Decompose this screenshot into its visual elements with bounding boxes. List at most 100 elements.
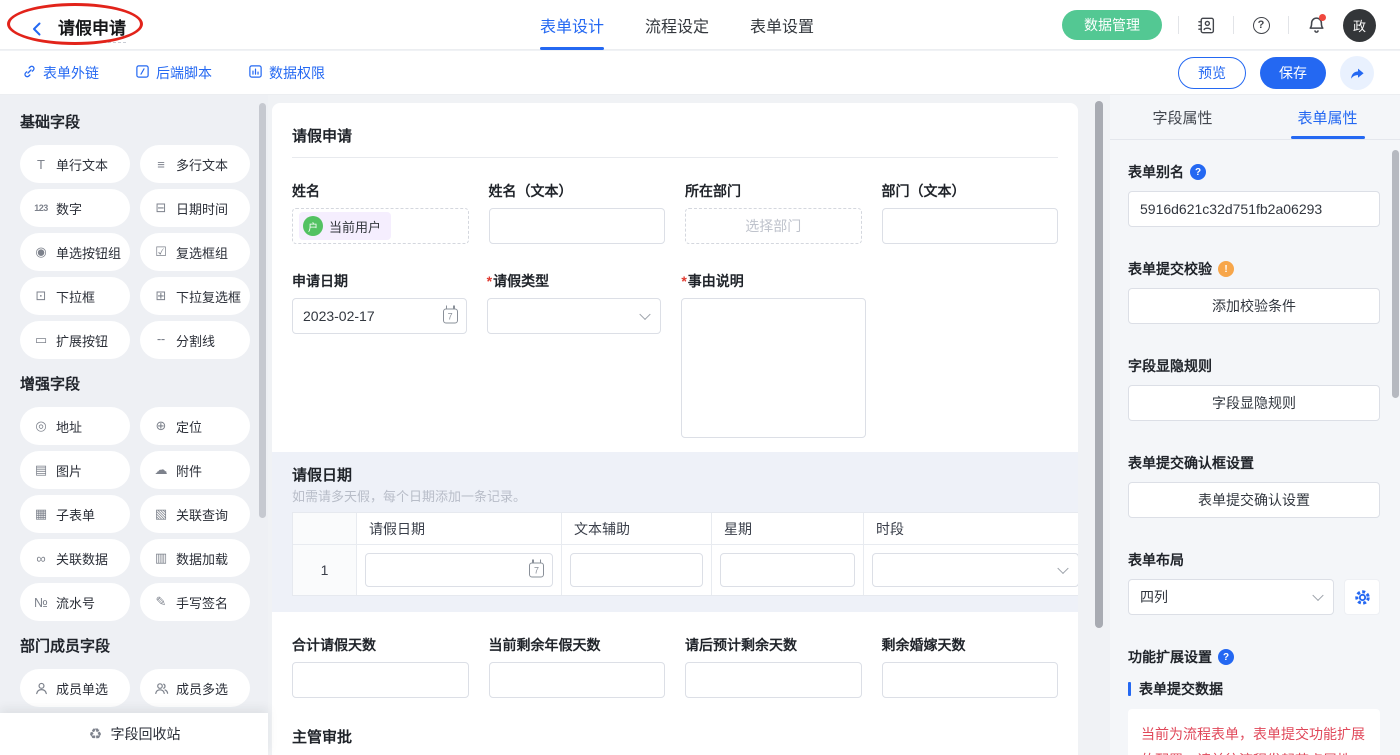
sidebar-item-number[interactable]: 123数字: [20, 189, 130, 227]
submit-confirm-button[interactable]: 表单提交确认设置: [1128, 482, 1380, 518]
field-department[interactable]: 所在部门 选择部门: [685, 182, 862, 244]
subform-select[interactable]: [872, 553, 1078, 587]
sidebar-scrollbar[interactable]: [259, 103, 266, 518]
department-text-input[interactable]: [882, 208, 1059, 244]
canvas-scrollbar[interactable]: [1095, 101, 1103, 628]
reason-textarea[interactable]: [681, 298, 866, 438]
field-recycle-bin-button[interactable]: ♻ 字段回收站: [0, 713, 268, 755]
sidebar-item-member-single[interactable]: 成员单选: [20, 669, 130, 707]
panel-scrollbar[interactable]: [1392, 150, 1399, 398]
help-icon[interactable]: ?: [1190, 164, 1206, 180]
page-title[interactable]: 请假申请: [58, 14, 126, 43]
help-icon[interactable]: ?: [1250, 14, 1272, 36]
divider: [1178, 16, 1179, 34]
sidebar-item-label: 分割线: [176, 331, 215, 350]
field-predicted-remaining[interactable]: 请后预计剩余天数: [685, 636, 862, 698]
field-name[interactable]: 姓名 户 当前用户: [292, 182, 469, 244]
field-total-days[interactable]: 合计请假天数: [292, 636, 469, 698]
field-remaining-annual[interactable]: 当前剩余年假天数: [489, 636, 666, 698]
sidebar-item-subform[interactable]: ▦子表单: [20, 495, 130, 533]
sidebar-item-extend-button[interactable]: ▭扩展按钮: [20, 321, 130, 359]
tab-表单设计[interactable]: 表单设计: [540, 0, 604, 50]
tab-表单设置[interactable]: 表单设置: [750, 0, 814, 50]
divider: [1233, 16, 1234, 34]
back-button[interactable]: [26, 18, 48, 40]
sidebar-item-image[interactable]: ▤图片: [20, 451, 130, 489]
sidebar-item-datetime[interactable]: ⊟日期时间: [140, 189, 250, 227]
sidebar-item-member-multi[interactable]: 成员多选: [140, 669, 250, 707]
avatar[interactable]: 政: [1343, 9, 1376, 42]
sidebar-item-multi-dropdown[interactable]: ⊞下拉复选框: [140, 277, 250, 315]
subform-cell: [712, 545, 864, 595]
sidebar-item-single-line-text[interactable]: T单行文本: [20, 145, 130, 183]
sidebar-item-multi-line-text[interactable]: ≡多行文本: [140, 145, 250, 183]
sidebar-item-checkbox-group[interactable]: ☑复选框组: [140, 233, 250, 271]
sidebar-item-signature[interactable]: ✎手写签名: [140, 583, 250, 621]
field-leave-type[interactable]: *请假类型: [487, 272, 662, 334]
field-remaining-marriage[interactable]: 剩余婚嫁天数: [882, 636, 1059, 698]
share-button[interactable]: [1340, 56, 1374, 90]
field-department-text[interactable]: 部门（文本）: [882, 182, 1059, 244]
panel-tab-字段属性[interactable]: 字段属性: [1110, 95, 1255, 139]
sidebar-item-divider[interactable]: ╌分割线: [140, 321, 250, 359]
current-user-tag: 户 当前用户: [299, 212, 391, 240]
sidebar-item-serial-number[interactable]: №流水号: [20, 583, 130, 621]
subform-text-input[interactable]: [720, 553, 855, 587]
save-button[interactable]: 保存: [1260, 57, 1326, 89]
subform-icon: ▦: [33, 506, 49, 522]
add-validation-button[interactable]: 添加校验条件: [1128, 288, 1380, 324]
sidebar-item-attachment[interactable]: ☁附件: [140, 451, 250, 489]
image-icon: ▤: [33, 462, 49, 478]
sum-field-input[interactable]: [292, 662, 469, 698]
form-alias-input[interactable]: [1128, 191, 1380, 227]
toolbar-link-backend-script[interactable]: 后端脚本: [135, 51, 212, 95]
subform-text-input[interactable]: [570, 553, 703, 587]
leave-type-select[interactable]: [487, 298, 662, 334]
sum-field-input[interactable]: [489, 662, 666, 698]
sidebar-item-linked-query[interactable]: ▧关联查询: [140, 495, 250, 533]
contacts-icon[interactable]: [1195, 14, 1217, 36]
field-name-text[interactable]: 姓名（文本）: [489, 182, 666, 244]
leave-dates-subform[interactable]: 请假日期 如需请多天假，每个日期添加一条记录。 请假日期文本辅助星期时段 17: [272, 452, 1078, 612]
calendar-icon: 7: [529, 563, 544, 578]
apply-date-input[interactable]: [292, 298, 467, 334]
sum-field-input[interactable]: [685, 662, 862, 698]
sidebar-item-radio-group[interactable]: ◉单选按钮组: [20, 233, 130, 271]
bell-icon[interactable]: [1305, 14, 1327, 36]
toolbar-link-label: 表单外链: [43, 63, 99, 83]
submit-data-subheader: 表单提交数据: [1128, 679, 1380, 699]
subform-col-header: 文本辅助: [562, 513, 712, 545]
notification-badge: [1319, 14, 1326, 21]
layout-select[interactable]: 四列: [1128, 579, 1334, 615]
tab-流程设定[interactable]: 流程设定: [645, 0, 709, 50]
sidebar-item-linked-data[interactable]: ∞关联数据: [20, 539, 130, 577]
extension-settings-group: 功能扩展设置? 表单提交数据 当前为流程表单，表单提交功能扩展的配置，请前往流程…: [1128, 647, 1380, 755]
field-apply-date[interactable]: 申请日期 7: [292, 272, 467, 334]
preview-button[interactable]: 预览: [1178, 57, 1246, 89]
toolbar-link-external-link[interactable]: 表单外链: [22, 51, 99, 95]
sidebar-item-label: 流水号: [56, 593, 95, 612]
subform-date-input[interactable]: [365, 553, 553, 587]
help-icon[interactable]: ?: [1218, 649, 1234, 665]
sidebar-item-data-load[interactable]: ▥数据加载: [140, 539, 250, 577]
sum-field-input[interactable]: [882, 662, 1059, 698]
field-visibility-button[interactable]: 字段显隐规则: [1128, 385, 1380, 421]
sidebar-item-location[interactable]: ⊕定位: [140, 407, 250, 445]
subform-title: 请假日期: [292, 466, 1058, 486]
field-label: 合计请假天数: [292, 636, 469, 654]
sub-toolbar: 表单外链 后端脚本数据权限 预览 保存: [0, 51, 1400, 95]
warning-icon: !: [1218, 261, 1234, 277]
field-reason[interactable]: *事由说明: [681, 272, 863, 438]
sidebar-item-dropdown[interactable]: ⊡下拉框: [20, 277, 130, 315]
sidebar-item-address[interactable]: ◎地址: [20, 407, 130, 445]
name-text-input[interactable]: [489, 208, 666, 244]
panel-tab-表单属性[interactable]: 表单属性: [1255, 95, 1400, 139]
toolbar-link-data-permission[interactable]: 数据权限: [248, 51, 325, 95]
address-icon: ◎: [33, 418, 49, 434]
submit-confirm-group: 表单提交确认框设置 表单提交确认设置: [1128, 453, 1380, 518]
data-manage-button[interactable]: 数据管理: [1062, 10, 1162, 40]
group-label: 表单布局: [1128, 550, 1184, 570]
subform-col-header: 星期: [712, 513, 864, 545]
linked-query-icon: ▧: [153, 506, 169, 522]
layout-settings-button[interactable]: [1344, 579, 1380, 615]
